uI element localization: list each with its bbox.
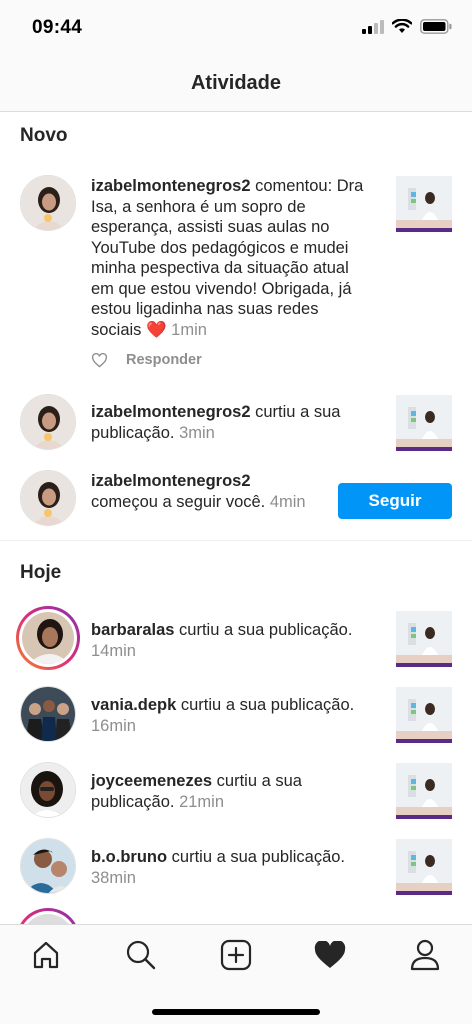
username[interactable]: barbaralas [91,621,174,639]
post-thumbnail[interactable] [396,395,452,451]
wifi-icon [392,19,412,33]
tab-new-post[interactable] [212,935,260,975]
avatar[interactable] [20,686,76,742]
activity-text: izabelmontenegros2 curtiu a sua publicaç… [91,402,373,443]
activity-action: curtiu a sua publicação. [174,621,353,639]
activity-action: curtiu a sua publicação. [167,848,346,866]
activity-feed[interactable]: Novo izabelmontenegros2 comentou: Dra Is… [0,112,472,924]
comment-actions: Responder [91,352,202,368]
tab-bar [0,924,472,1024]
tab-profile[interactable] [401,935,449,975]
post-thumbnail[interactable] [396,687,452,743]
username[interactable]: joyceemenezes [91,772,212,790]
section-title-new: Novo [20,125,68,146]
activity-text: joyceemenezes curtiu a sua publicação. 2… [91,771,373,812]
signal-icon [362,19,384,34]
status-icons [362,19,452,34]
avatar[interactable] [20,762,76,818]
activity-text: barbaralas curtiu a sua publicação. 14mi… [91,620,373,661]
activity-heart-icon [314,941,346,968]
battery-icon [420,19,452,34]
timestamp: 16min [91,716,136,735]
avatar-story-ring[interactable] [16,908,80,924]
post-thumbnail[interactable] [396,839,452,895]
avatar [22,612,74,664]
avatar[interactable] [20,394,76,450]
username[interactable]: izabelmontenegros2 [91,472,251,490]
tab-activity[interactable] [306,935,354,975]
section-divider [0,540,472,541]
home-icon [33,941,59,969]
tab-search[interactable] [117,935,165,975]
activity-action: curtiu a sua publicação. [176,696,355,714]
timestamp: 3min [174,423,215,442]
post-thumbnail[interactable] [396,176,452,232]
username[interactable]: vania.depk [91,696,176,714]
avatar[interactable] [20,470,76,526]
comment-text: izabelmontenegros2 comentou: Dra Isa, a … [91,176,373,340]
username[interactable]: b.o.bruno [91,848,167,866]
activity-text: b.o.bruno curtiu a sua publicação. 38min [91,847,373,888]
nav-bar: Atividade [0,56,472,112]
status-bar: 09:44 [0,0,472,56]
username[interactable]: izabelmontenegros2 [91,403,251,421]
add-post-icon [220,939,252,971]
activity-text: vania.depk curtiu a sua publicação. 16mi… [91,695,373,736]
tab-home[interactable] [22,935,70,975]
reply-button[interactable]: Responder [126,352,202,368]
profile-icon [410,939,440,971]
timestamp: 1min [166,320,207,339]
comment-body: comentou: Dra Isa, a senhora é um sopro … [91,177,364,339]
search-icon [126,940,156,970]
timestamp: 4min [265,492,306,511]
section-title-today: Hoje [20,562,62,583]
activity-text: izabelmontenegros2 começou a seguir você… [91,471,321,512]
post-thumbnail[interactable] [396,763,452,819]
avatar-story-ring[interactable] [16,606,80,670]
like-comment-icon[interactable] [91,352,108,368]
follow-button[interactable]: Seguir [338,483,452,519]
avatar[interactable] [20,175,76,231]
home-indicator[interactable] [152,1009,320,1015]
status-time: 09:44 [32,17,83,38]
activity-action: começou a seguir você. [91,492,266,511]
avatar[interactable] [20,838,76,894]
timestamp: 21min [174,792,225,811]
username[interactable]: izabelmontenegros2 [91,177,251,195]
post-thumbnail[interactable] [396,611,452,667]
timestamp: 14min [91,641,136,660]
page-title: Atividade [190,72,282,94]
avatar [22,914,74,924]
timestamp: 38min [91,868,136,887]
